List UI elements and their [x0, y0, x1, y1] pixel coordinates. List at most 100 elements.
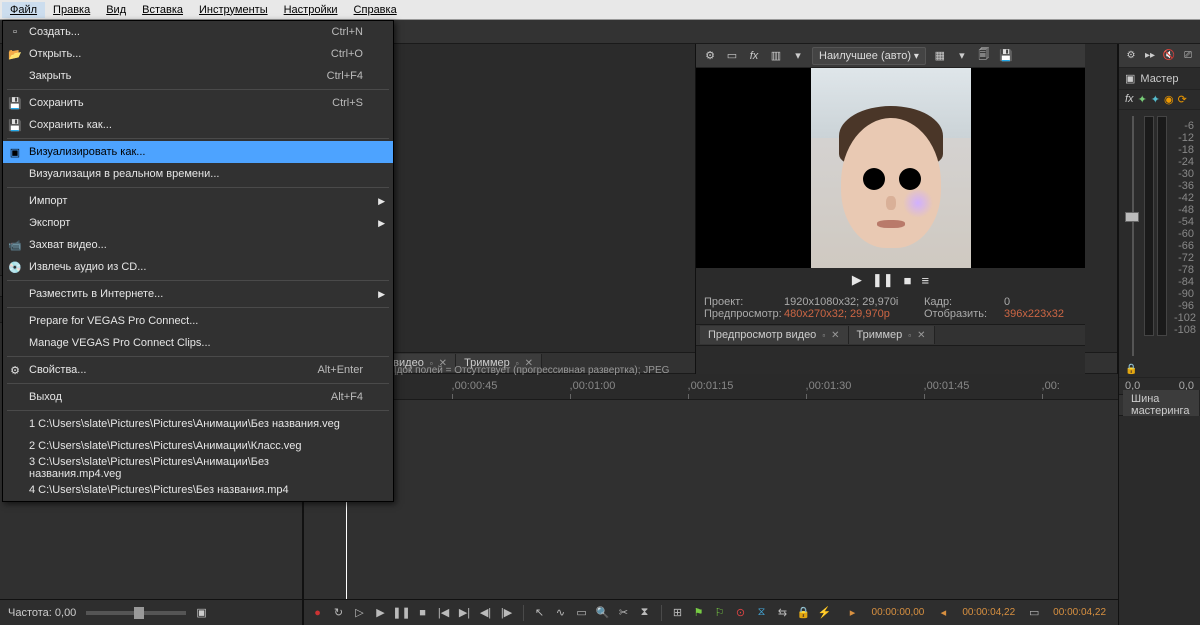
- grid-icon[interactable]: ▦: [932, 48, 948, 64]
- menu-insert[interactable]: Вставка: [134, 2, 191, 18]
- preview-ext-icon[interactable]: ▭: [724, 48, 740, 64]
- timecode-start[interactable]: 00:00:00,00: [866, 605, 931, 620]
- menuitem-экспорт[interactable]: Экспорт▶: [3, 212, 393, 234]
- menuitem-manage-vegas-pro-connect-clips-[interactable]: Manage VEGAS Pro Connect Clips...: [3, 332, 393, 354]
- crossfade-icon[interactable]: ⧖: [754, 605, 770, 621]
- menuitem-сохранить-как-[interactable]: 💾Сохранить как...: [3, 114, 393, 136]
- menuitem-сохранить[interactable]: 💾СохранитьCtrl+S: [3, 92, 393, 114]
- ruler-tick: ,00:01:45: [924, 380, 970, 392]
- preview-pause-icon[interactable]: ❚❚: [872, 272, 894, 288]
- preview-menu-icon[interactable]: ≡: [922, 273, 930, 288]
- menu-tools[interactable]: Инструменты: [191, 2, 276, 18]
- menuitem-1-c-users-slate-pictures-pictures-анимации-без-названия-veg[interactable]: 1 C:\Users\slate\Pictures\Pictures\Анима…: [3, 413, 393, 435]
- menuitem-свойства-[interactable]: ⚙Свойства...Alt+Enter: [3, 359, 393, 381]
- menuitem-разместить-в-интернете-[interactable]: Разместить в Интернете...▶: [3, 283, 393, 305]
- preview-settings-icon[interactable]: ⚙: [702, 48, 718, 64]
- play-start-icon[interactable]: ▷: [352, 605, 368, 621]
- menuitem-prepare-for-vegas-pro-connect-[interactable]: Prepare for VEGAS Pro Connect...: [3, 310, 393, 332]
- tool-cut-icon[interactable]: ✂: [616, 605, 632, 621]
- auto-icon[interactable]: ⚡: [817, 605, 833, 621]
- go-end-icon[interactable]: ▶|: [457, 605, 473, 621]
- master-mute-icon[interactable]: 🔇: [1162, 49, 1176, 63]
- menu-file[interactable]: Файл: [2, 2, 45, 18]
- menuitem-визуализация-в-реальном-времени-[interactable]: Визуализация в реальном времени...: [3, 163, 393, 185]
- menuitem-извлечь-аудио-из-cd-[interactable]: 💿Извлечь аудио из CD...: [3, 256, 393, 278]
- loop-icon[interactable]: ↻: [331, 605, 347, 621]
- menuitem-создать-[interactable]: ▫Создать...Ctrl+N: [3, 21, 393, 43]
- tc-marker1-icon: ▸: [845, 605, 861, 621]
- master-insert3-icon[interactable]: ◉: [1164, 93, 1174, 106]
- menuitem-выход[interactable]: ВыходAlt+F4: [3, 386, 393, 408]
- step-fwd-icon[interactable]: |▶: [499, 605, 515, 621]
- tc-marker2-icon: ◂: [935, 605, 951, 621]
- play-icon[interactable]: ▶: [373, 605, 389, 621]
- timecode-dur[interactable]: 00:00:04,22: [1047, 605, 1112, 620]
- lock-icon[interactable]: 🔒: [796, 605, 812, 621]
- ruler-tick: ,00:01:15: [688, 380, 734, 392]
- timeline[interactable]: ,00:00:30,00:00:45,00:01:00,00:01:15,00:…: [304, 374, 1118, 625]
- master-insert4-icon[interactable]: ⟳: [1178, 93, 1187, 106]
- menuitem-открыть-[interactable]: 📂Открыть...Ctrl+O: [3, 43, 393, 65]
- right-tab-strip: Шина мастеринга: [1119, 394, 1200, 416]
- timeline-tracks[interactable]: [304, 400, 1118, 599]
- lock-icon-row[interactable]: 🔒: [1119, 362, 1200, 377]
- tool-envelope-icon[interactable]: ∿: [553, 605, 569, 621]
- meter-right: [1157, 116, 1167, 336]
- tool-zoom-icon[interactable]: 🔍: [595, 605, 611, 621]
- menu-view[interactable]: Вид: [98, 2, 134, 18]
- snap-icon[interactable]: ⊞: [670, 605, 686, 621]
- tab-preview-video-abs[interactable]: Предпросмотр видео▫✕: [700, 326, 849, 344]
- rate-reset-icon[interactable]: ▣: [196, 606, 206, 619]
- dropdown2-icon[interactable]: ▾: [954, 48, 970, 64]
- menubar: Файл Правка Вид Вставка Инструменты Наст…: [0, 0, 1200, 20]
- magnet-icon[interactable]: ⊙: [733, 605, 749, 621]
- menuitem-4-c-users-slate-pictures-pictures-без-названия-mp4[interactable]: 4 C:\Users\slate\Pictures\Pictures\Без н…: [3, 479, 393, 501]
- tool-select-icon[interactable]: ▭: [574, 605, 590, 621]
- copy-frame-icon[interactable]: 🗐: [976, 48, 992, 64]
- timecode-end[interactable]: 00:00:04,22: [956, 605, 1021, 620]
- menu-edit[interactable]: Правка: [45, 2, 98, 18]
- timeline-ruler[interactable]: ,00:00:30,00:00:45,00:01:00,00:01:15,00:…: [304, 374, 1118, 400]
- marker-icon[interactable]: ⚑: [691, 605, 707, 621]
- preview-play-icon[interactable]: ▶: [852, 272, 862, 288]
- master-out-icon[interactable]: ▸▸: [1143, 49, 1157, 63]
- menuitem-захват-видео-[interactable]: 📹Захват видео...: [3, 234, 393, 256]
- tool-normal-icon[interactable]: ↖: [532, 605, 548, 621]
- tab-trimmer-abs[interactable]: Триммер▫✕: [849, 326, 935, 344]
- region-icon[interactable]: ⚐: [712, 605, 728, 621]
- master-insert2-icon[interactable]: ✦: [1151, 93, 1160, 106]
- preview-toolbar: ⚙ ▭ fx ▥ ▾ Наилучшее (авто) ▾ ▦ ▾ 🗐 💾: [696, 44, 1085, 68]
- stop-icon[interactable]: ■: [415, 605, 431, 621]
- step-back-icon[interactable]: ◀|: [478, 605, 494, 621]
- master-fx-icon[interactable]: fx: [1125, 93, 1134, 106]
- preview-stop-icon[interactable]: ■: [904, 273, 912, 288]
- tc-dur-icon: ▭: [1026, 605, 1042, 621]
- fx-icon[interactable]: fx: [746, 48, 762, 64]
- menuitem-3-c-users-slate-pictures-pictures-анимации-без-названия-mp4-veg[interactable]: 3 C:\Users\slate\Pictures\Pictures\Анима…: [3, 457, 393, 479]
- menuitem-импорт[interactable]: Импорт▶: [3, 190, 393, 212]
- menuitem-2-c-users-slate-pictures-pictures-анимации-класс-veg[interactable]: 2 C:\Users\slate\Pictures\Pictures\Анима…: [3, 435, 393, 457]
- menuitem-закрыть[interactable]: ЗакрытьCtrl+F4: [3, 65, 393, 87]
- tool-time-icon[interactable]: ⧗: [637, 605, 653, 621]
- pause-icon[interactable]: ❚❚: [394, 605, 410, 621]
- hint-text: |док полей = Отсутствует (прогрессивная …: [394, 365, 669, 376]
- master-gear-icon[interactable]: ⚙: [1124, 49, 1138, 63]
- master-sliders-icon[interactable]: ⎚: [1181, 49, 1195, 63]
- rate-slider[interactable]: [86, 611, 186, 615]
- menuitem-визуализировать-как-[interactable]: ▣Визуализировать как...: [3, 141, 393, 163]
- transport-bar: ● ↻ ▷ ▶ ❚❚ ■ |◀ ▶| ◀| |▶ ↖ ∿ ▭ 🔍: [304, 599, 1118, 625]
- master-toolbar: ⚙ ▸▸ 🔇 ⎚: [1119, 44, 1200, 68]
- menu-settings[interactable]: Настройки: [276, 2, 346, 18]
- master-fx-row: fx ✦ ✦ ◉ ⟳: [1119, 90, 1200, 110]
- ripple-icon[interactable]: ⇆: [775, 605, 791, 621]
- go-start-icon[interactable]: |◀: [436, 605, 452, 621]
- dropdown-icon[interactable]: ▾: [790, 48, 806, 64]
- save-frame-icon[interactable]: 💾: [998, 48, 1014, 64]
- split-icon[interactable]: ▥: [768, 48, 784, 64]
- master-insert1-icon[interactable]: ✦: [1138, 93, 1147, 106]
- volume-slider[interactable]: [1123, 116, 1141, 356]
- video-preview-panel: ⚙ ▭ fx ▥ ▾ Наилучшее (авто) ▾ ▦ ▾ 🗐 💾 ▶ …: [695, 44, 1085, 374]
- preview-quality-dropdown[interactable]: Наилучшее (авто) ▾: [812, 47, 926, 65]
- record-icon[interactable]: ●: [310, 605, 326, 621]
- menu-help[interactable]: Справка: [346, 2, 405, 18]
